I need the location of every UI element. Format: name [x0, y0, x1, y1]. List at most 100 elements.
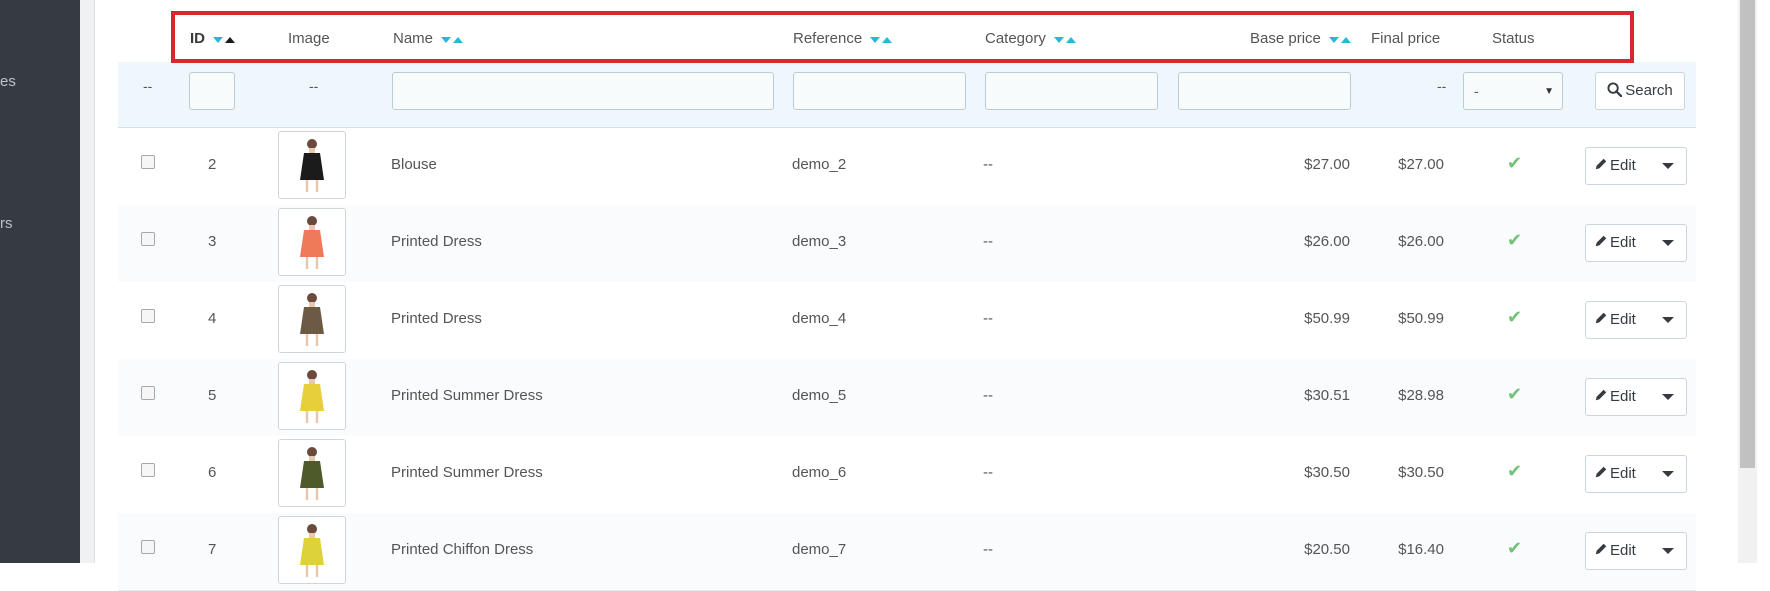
- right-gutter: [1757, 0, 1770, 563]
- product-image: [300, 293, 324, 346]
- table-row: 3 Printed Dress demo_3 -- $26.00 $26.00 ✔ Edit: [118, 205, 1696, 283]
- row-id: 7: [208, 541, 217, 558]
- row-category: --: [983, 310, 993, 327]
- caret-down-icon[interactable]: [1662, 548, 1674, 554]
- product-thumbnail[interactable]: [278, 439, 346, 507]
- row-final-price: $27.00: [1398, 156, 1444, 173]
- edit-label: Edit: [1610, 465, 1636, 482]
- search-icon: [1607, 82, 1623, 98]
- row-reference: demo_7: [792, 541, 847, 558]
- caret-down-icon[interactable]: [1662, 240, 1674, 246]
- filter-row: -- -- -- - ▼ Search: [118, 62, 1696, 128]
- edit-button[interactable]: Edit: [1585, 301, 1687, 339]
- table-row: 4 Printed Dress demo_4 -- $50.99 $50.99 ✔ Edit: [118, 282, 1696, 360]
- base-price-filter-input[interactable]: [1178, 72, 1351, 110]
- id-filter-input[interactable]: [189, 72, 235, 110]
- product-thumbnail[interactable]: [278, 208, 346, 276]
- row-final-price: $30.50: [1398, 464, 1444, 481]
- category-filter-input[interactable]: [985, 72, 1158, 110]
- pencil-icon: [1595, 312, 1607, 324]
- edit-button[interactable]: Edit: [1585, 147, 1687, 185]
- sidebar-item-label[interactable]: es: [0, 73, 16, 90]
- status-enabled-icon[interactable]: ✔: [1507, 230, 1522, 251]
- row-checkbox[interactable]: [141, 232, 155, 246]
- pencil-icon: [1595, 543, 1607, 555]
- row-name: Printed Summer Dress: [391, 387, 543, 404]
- edit-button[interactable]: Edit: [1585, 224, 1687, 262]
- header-highlight-box: [171, 11, 1634, 63]
- product-thumbnail[interactable]: [278, 362, 346, 430]
- caret-down-icon[interactable]: [1662, 317, 1674, 323]
- row-id: 5: [208, 387, 217, 404]
- caret-down-icon[interactable]: [1662, 471, 1674, 477]
- row-category: --: [983, 387, 993, 404]
- image-filter-placeholder: --: [309, 78, 319, 94]
- product-image: [300, 447, 324, 500]
- pencil-icon: [1595, 158, 1607, 170]
- pencil-icon: [1595, 389, 1607, 401]
- row-checkbox[interactable]: [141, 463, 155, 477]
- status-filter-select[interactable]: - ▼: [1463, 72, 1563, 110]
- row-base-price: $27.00: [1304, 156, 1350, 173]
- scrollbar-thumb[interactable]: [1740, 0, 1755, 468]
- status-enabled-icon[interactable]: ✔: [1507, 538, 1522, 559]
- row-id: 4: [208, 310, 217, 327]
- admin-sidebar: es rs: [0, 0, 80, 563]
- edit-label: Edit: [1610, 157, 1636, 174]
- edit-label: Edit: [1610, 234, 1636, 251]
- row-reference: demo_6: [792, 464, 847, 481]
- row-final-price: $50.99: [1398, 310, 1444, 327]
- row-checkbox[interactable]: [141, 386, 155, 400]
- row-id: 6: [208, 464, 217, 481]
- row-id: 2: [208, 156, 217, 173]
- row-id: 3: [208, 233, 217, 250]
- status-enabled-icon[interactable]: ✔: [1507, 461, 1522, 482]
- search-button[interactable]: Search: [1595, 72, 1685, 110]
- product-thumbnail[interactable]: [278, 131, 346, 199]
- row-base-price: $30.50: [1304, 464, 1350, 481]
- caret-down-icon[interactable]: [1662, 163, 1674, 169]
- row-category: --: [983, 541, 993, 558]
- status-enabled-icon[interactable]: ✔: [1507, 153, 1522, 174]
- table-row: 6 Printed Summer Dress demo_6 -- $30.50 $30.5…: [118, 436, 1696, 514]
- edit-button[interactable]: Edit: [1585, 532, 1687, 570]
- row-checkbox[interactable]: [141, 309, 155, 323]
- row-category: --: [983, 156, 993, 173]
- product-thumbnail[interactable]: [278, 285, 346, 353]
- status-enabled-icon[interactable]: ✔: [1507, 307, 1522, 328]
- row-checkbox[interactable]: [141, 540, 155, 554]
- sidebar-item-label[interactable]: rs: [0, 215, 13, 232]
- row-reference: demo_2: [792, 156, 847, 173]
- select-caret-icon: ▼: [1544, 86, 1554, 97]
- row-name: Printed Chiffon Dress: [391, 541, 534, 558]
- table-row: 7 Printed Chiffon Dress demo_7 -- $20.50 $16.…: [118, 513, 1696, 591]
- row-category: --: [983, 233, 993, 250]
- reference-filter-input[interactable]: [793, 72, 966, 110]
- bulk-filter-placeholder: --: [143, 78, 153, 94]
- product-image: [300, 524, 324, 577]
- product-image: [300, 216, 324, 269]
- product-image: [300, 370, 324, 423]
- name-filter-input[interactable]: [392, 72, 774, 110]
- row-reference: demo_3: [792, 233, 847, 250]
- pencil-icon: [1595, 466, 1607, 478]
- edit-button[interactable]: Edit: [1585, 378, 1687, 416]
- table-row: 5 Printed Summer Dress demo_5 -- $30.51 $28.9…: [118, 359, 1696, 437]
- row-reference: demo_5: [792, 387, 847, 404]
- edit-button[interactable]: Edit: [1585, 455, 1687, 493]
- table-row: 2 Blouse demo_2 -- $27.00 $27.00 ✔ Edit: [118, 128, 1696, 206]
- final-price-filter-placeholder: --: [1437, 78, 1447, 94]
- row-checkbox[interactable]: [141, 155, 155, 169]
- row-final-price: $28.98: [1398, 387, 1444, 404]
- row-base-price: $20.50: [1304, 541, 1350, 558]
- edit-label: Edit: [1610, 311, 1636, 328]
- row-name: Printed Dress: [391, 233, 482, 250]
- status-enabled-icon[interactable]: ✔: [1507, 384, 1522, 405]
- row-name: Blouse: [391, 156, 437, 173]
- row-reference: demo_4: [792, 310, 847, 327]
- caret-down-icon[interactable]: [1662, 394, 1674, 400]
- row-name: Printed Dress: [391, 310, 482, 327]
- product-thumbnail[interactable]: [278, 516, 346, 584]
- pencil-icon: [1595, 235, 1607, 247]
- row-name: Printed Summer Dress: [391, 464, 543, 481]
